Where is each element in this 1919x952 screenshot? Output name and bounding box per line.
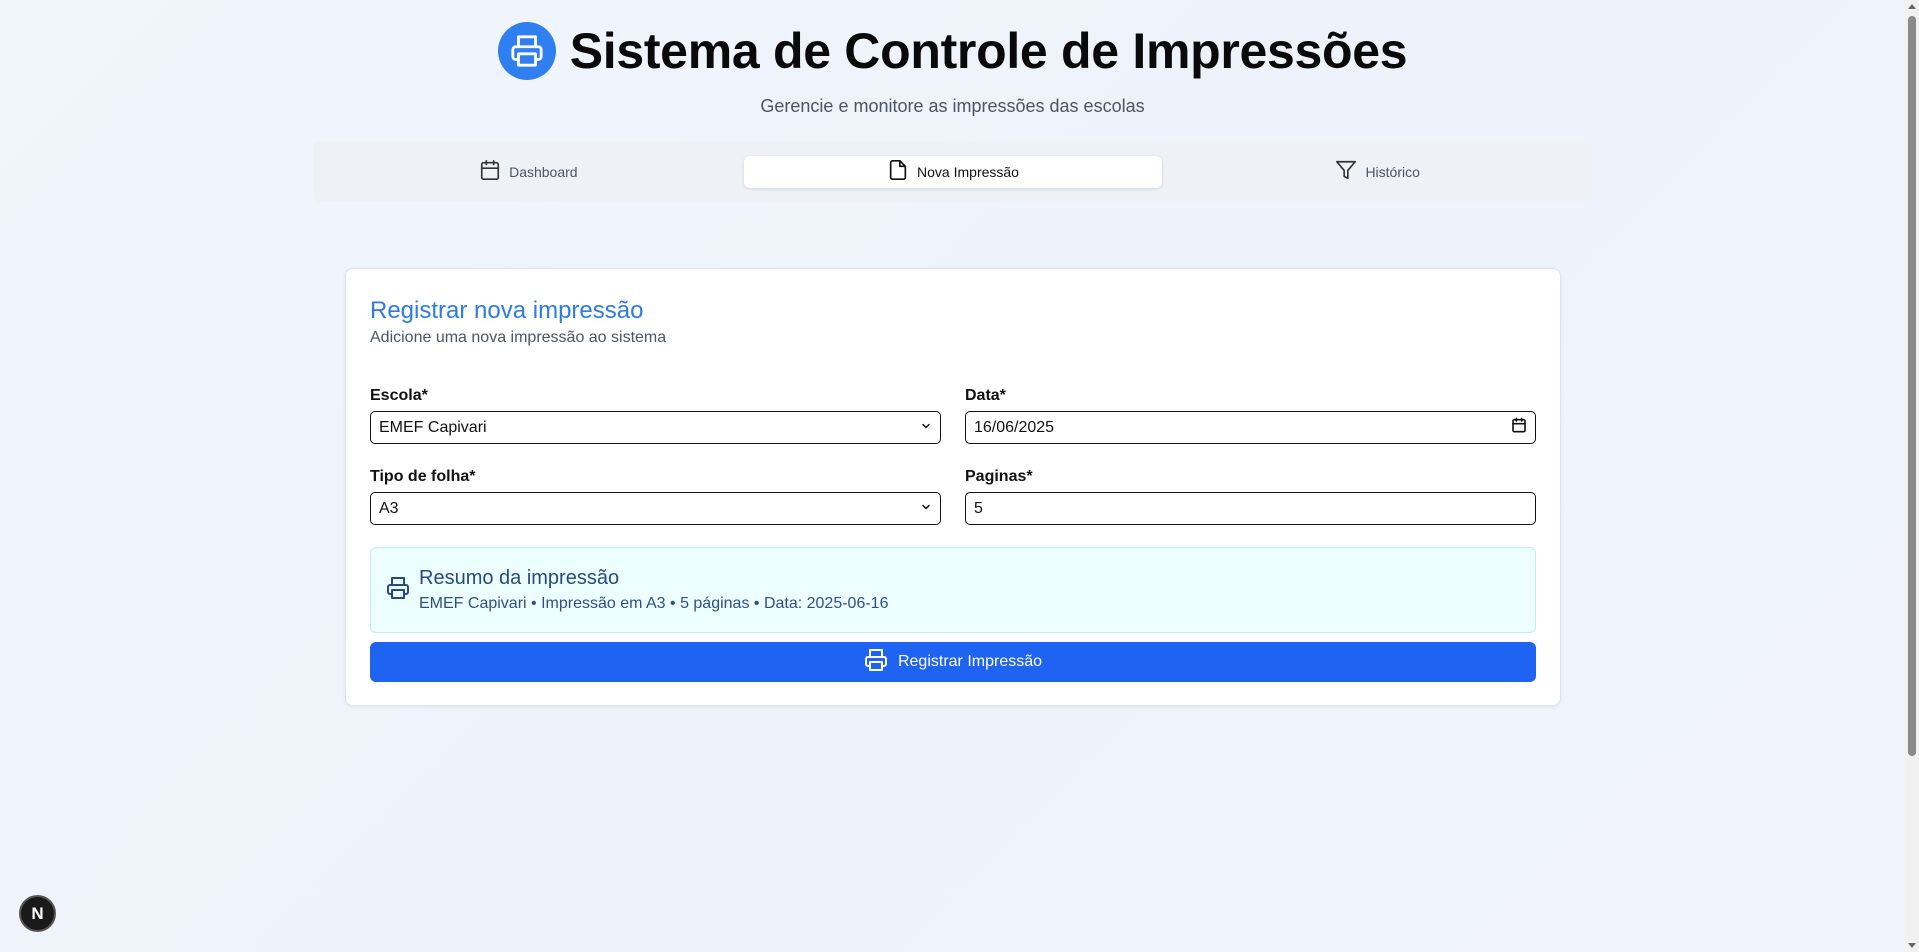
chevron-down-icon — [920, 500, 932, 518]
calendar-picker-icon[interactable] — [1511, 417, 1527, 438]
filter-icon — [1335, 159, 1357, 184]
tab-dashboard[interactable]: Dashboard — [319, 156, 738, 188]
file-icon — [887, 159, 909, 184]
school-value: EMEF Capivari — [379, 418, 487, 436]
page-header: Sistema de Controle de Impressões — [0, 22, 1905, 80]
scroll-up-arrow[interactable] — [1908, 4, 1916, 9]
pages-input[interactable]: 5 — [965, 492, 1536, 525]
printer-icon — [864, 648, 888, 677]
calendar-icon — [479, 159, 501, 184]
summary-title: Resumo da impressão — [419, 567, 620, 589]
summary-text: EMEF Capivari • Impressão em A3 • 5 pági… — [419, 595, 889, 612]
form-description: Adicione uma nova impressão ao sistema — [370, 329, 667, 346]
scroll-thumb[interactable] — [1908, 16, 1916, 756]
school-field: Escola* EMEF Capivari — [370, 387, 941, 444]
register-print-label: Registrar Impressão — [897, 653, 1043, 670]
tab-historico[interactable]: Histórico — [1168, 156, 1587, 188]
school-label: Escola* — [370, 387, 428, 404]
tab-label: Dashboard — [509, 163, 578, 180]
tab-nova-impressao[interactable]: Nova Impressão — [743, 155, 1163, 188]
pages-value: 5 — [974, 499, 983, 517]
print-summary: Resumo da impressão EMEF Capivari • Impr… — [370, 547, 1536, 633]
printer-icon — [497, 22, 556, 80]
page-title: Sistema de Controle de Impressões — [569, 23, 1408, 79]
printer-icon — [386, 576, 410, 605]
tab-label: Nova Impressão — [917, 163, 1019, 180]
date-input[interactable]: 16/06/2025 — [965, 411, 1536, 444]
pages-label: Paginas* — [965, 468, 1033, 485]
scroll-down-arrow[interactable] — [1908, 943, 1916, 948]
dev-tools-badge[interactable]: N — [19, 895, 56, 932]
paper-label: Tipo de folha* — [370, 468, 476, 485]
paper-value: A3 — [379, 499, 399, 517]
date-field: Data* 16/06/2025 — [965, 387, 1536, 444]
pages-field: Paginas* 5 — [965, 468, 1536, 525]
tab-bar: Dashboard Nova Impressão Histórico — [313, 141, 1593, 202]
paper-select[interactable]: A3 — [370, 492, 941, 525]
school-select[interactable]: EMEF Capivari — [370, 411, 941, 444]
page-scrollbar[interactable] — [1905, 0, 1919, 952]
page-subtitle: Gerencie e monitore as impressões das es… — [760, 96, 1145, 116]
date-value: 16/06/2025 — [974, 418, 1055, 436]
date-label: Data* — [965, 387, 1006, 404]
form-title: Registrar nova impressão — [370, 297, 644, 324]
register-print-button[interactable]: Registrar Impressão — [370, 642, 1536, 682]
chevron-down-icon — [920, 419, 932, 437]
paper-field: Tipo de folha* A3 — [370, 468, 941, 525]
register-form-card: Registrar nova impressão Adicione uma no… — [345, 268, 1561, 706]
tab-label: Histórico — [1365, 163, 1420, 180]
